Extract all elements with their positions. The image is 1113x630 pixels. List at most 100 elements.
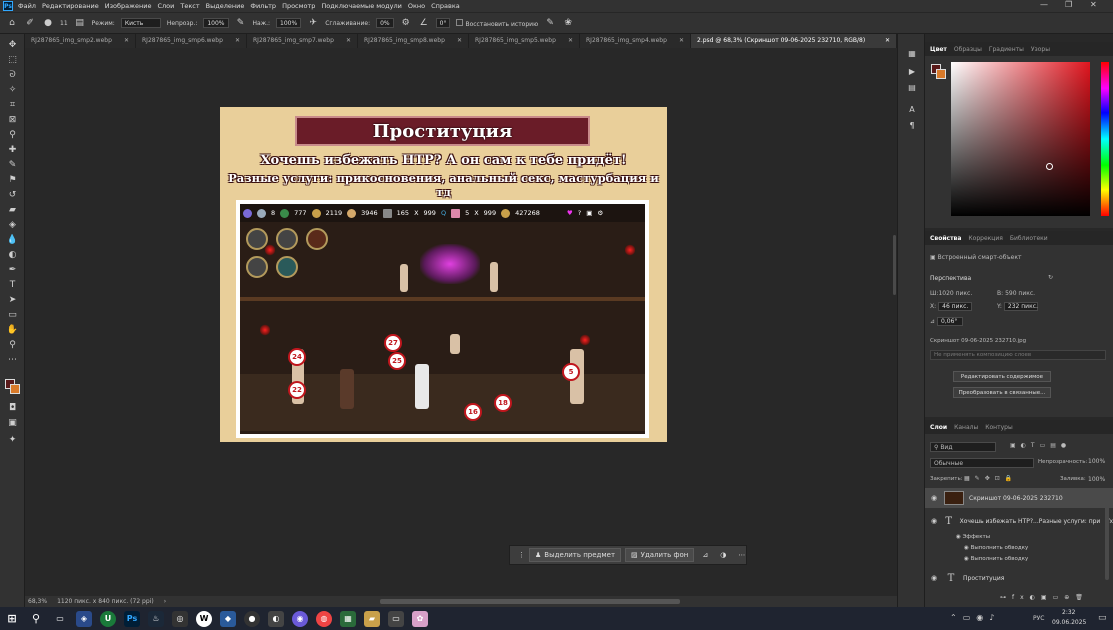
folder-icon[interactable]: ▰ bbox=[364, 610, 380, 627]
history-icon[interactable]: ▦ bbox=[906, 48, 918, 59]
menu-filter[interactable]: Фильтр bbox=[250, 2, 276, 10]
search-icon[interactable]: ⚲ bbox=[28, 611, 44, 627]
tab-close-icon[interactable]: ✕ bbox=[568, 37, 573, 45]
rectangle-tool-icon[interactable]: ▭ bbox=[6, 309, 19, 320]
tab-patterns[interactable]: Узоры bbox=[1031, 46, 1050, 53]
drag-handle-icon[interactable]: ⋮ bbox=[518, 551, 525, 559]
effects-row[interactable]: ◉ Эффекты bbox=[956, 534, 990, 540]
pressure-opacity-icon[interactable]: ✎ bbox=[235, 17, 247, 29]
tab-document[interactable]: RJ287865_img_smp8.webp ✕ bbox=[358, 34, 469, 48]
y-field[interactable]: 232 пикс. bbox=[1003, 302, 1038, 311]
play-icon[interactable]: ▶ bbox=[906, 66, 918, 77]
magic-wand-icon[interactable]: ✧ bbox=[6, 84, 19, 95]
menu-image[interactable]: Изображение bbox=[105, 2, 152, 10]
menu-type[interactable]: Текст bbox=[180, 2, 199, 10]
tab-close-icon[interactable]: ✕ bbox=[885, 37, 890, 45]
tab-document[interactable]: RJ287865_img_smp6.webp ✕ bbox=[136, 34, 247, 48]
butterfly-icon[interactable]: ❀ bbox=[562, 17, 574, 29]
horizontal-scrollbar[interactable] bbox=[380, 599, 680, 604]
restore-history-checkbox[interactable]: Восстановить историю bbox=[456, 18, 538, 28]
game-icon[interactable]: ✿ bbox=[412, 610, 428, 627]
zoom-level[interactable]: 68,3% bbox=[28, 598, 47, 605]
layer-row[interactable]: ◉ T Хочешь избежать НТР?...Разные услуги… bbox=[925, 511, 1113, 531]
remove-background-button[interactable]: ▨ Удалить фон bbox=[625, 548, 695, 562]
filter-icons[interactable]: ▣◐T▭▤● bbox=[1010, 442, 1071, 449]
close-icon[interactable]: ✕ bbox=[1090, 0, 1097, 9]
menu-plugins[interactable]: Подключаемые модули bbox=[321, 2, 401, 10]
checkbox-icon[interactable] bbox=[456, 18, 464, 26]
color-picker-field[interactable] bbox=[951, 62, 1090, 216]
menu-file[interactable]: Файл bbox=[18, 2, 36, 10]
store-icon[interactable]: ▦ bbox=[340, 610, 356, 627]
tab-document-active[interactable]: 2.psd @ 68,3% (Скриншот 09-06-2025 23271… bbox=[691, 34, 897, 48]
lasso-tool-icon[interactable]: ᘐ bbox=[6, 69, 19, 80]
clock-date[interactable]: 09.06.2025 bbox=[1052, 619, 1086, 626]
character-icon[interactable]: A bbox=[906, 104, 918, 115]
layer-row-selected[interactable]: ◉ Скриншот 09-06-2025 232710 bbox=[925, 488, 1113, 508]
windows-start-icon[interactable]: ⊞ bbox=[4, 611, 20, 627]
tab-document[interactable]: RJ287865_img_smp4.webp ✕ bbox=[580, 34, 691, 48]
task-view-icon[interactable]: ▭ bbox=[52, 611, 68, 627]
angle-field[interactable]: 0° bbox=[435, 18, 451, 28]
home-icon[interactable]: ⌂ bbox=[6, 17, 18, 29]
pen-tool-icon[interactable]: ✒ bbox=[6, 264, 19, 275]
smoothing-field[interactable]: 0% bbox=[376, 18, 394, 28]
edit-contents-button[interactable]: Редактировать содержимое bbox=[953, 371, 1051, 382]
shield-app-icon[interactable]: ◈ bbox=[76, 610, 92, 627]
tab-document[interactable]: RJ287865_img_smp7.webp ✕ bbox=[247, 34, 358, 48]
marquee-tool-icon[interactable]: ⬚ bbox=[6, 54, 19, 65]
restore-icon[interactable]: ❐ bbox=[1065, 0, 1072, 9]
color-picker-cursor[interactable] bbox=[1046, 163, 1053, 170]
adjust-icon[interactable]: ◑ bbox=[720, 551, 726, 559]
lock-icons[interactable]: ▦✎✥⊡🔒 bbox=[964, 475, 1017, 482]
screen-mode-icon[interactable]: ▣ bbox=[6, 417, 19, 428]
tab-document[interactable]: RJ287865_img_smp2.webp ✕ bbox=[25, 34, 136, 48]
gamepad-icon[interactable]: ◎ bbox=[172, 610, 188, 627]
effect-stroke-row[interactable]: ◉ Выполнить обводку bbox=[964, 556, 1028, 562]
notification-icon[interactable]: ▭ bbox=[1098, 613, 1107, 623]
crop-tool-icon[interactable]: ⌗ bbox=[6, 99, 19, 110]
paint-bucket-icon[interactable]: ◈ bbox=[6, 219, 19, 230]
obs-icon[interactable]: ● bbox=[244, 610, 260, 627]
tab-document[interactable]: RJ287865_img_smp5.webp ✕ bbox=[469, 34, 580, 48]
tab-close-icon[interactable]: ✕ bbox=[235, 37, 240, 45]
quick-mask-icon[interactable]: ◘ bbox=[6, 402, 19, 413]
window-icon[interactable]: ▭ bbox=[388, 610, 404, 627]
tab-close-icon[interactable]: ✕ bbox=[346, 37, 351, 45]
pressure-size-icon[interactable]: ✎ bbox=[544, 17, 556, 29]
blur-tool-icon[interactable]: 💧 bbox=[6, 234, 19, 245]
dodge-tool-icon[interactable]: ◐ bbox=[6, 249, 19, 260]
select-subject-button[interactable]: ♟ Выделить предмет bbox=[529, 548, 622, 562]
move-tool-icon[interactable]: ✥ bbox=[6, 39, 19, 50]
eye-icon[interactable]: ◉ bbox=[931, 517, 938, 525]
tab-layers[interactable]: Слои bbox=[930, 424, 947, 431]
status-arrow-icon[interactable]: › bbox=[164, 598, 166, 605]
stamp-tool-icon[interactable]: ⚑ bbox=[6, 174, 19, 185]
fill-value[interactable]: 100% bbox=[1088, 476, 1105, 483]
hue-slider[interactable] bbox=[1101, 62, 1109, 216]
tab-close-icon[interactable]: ✕ bbox=[457, 37, 462, 45]
flow-field[interactable]: 100% bbox=[276, 18, 302, 28]
zoom-tool-icon[interactable]: ⚲ bbox=[6, 339, 19, 350]
blend-mode-select[interactable]: Обычные bbox=[930, 458, 1034, 468]
layer-actions[interactable]: ⊶fx◐▣▭⊕🗑 bbox=[1000, 594, 1089, 601]
menu-window[interactable]: Окно bbox=[408, 2, 425, 10]
convert-linked-button[interactable]: Преобразовать в связанные... bbox=[953, 387, 1051, 398]
eraser-tool-icon[interactable]: ✐ bbox=[24, 17, 36, 29]
layer-comp-select[interactable]: Не применять композицию слоев bbox=[930, 350, 1106, 360]
brush-settings-icon[interactable]: ▤ bbox=[74, 17, 86, 29]
menu-help[interactable]: Справка bbox=[431, 2, 460, 10]
steam-icon[interactable]: ♨ bbox=[148, 610, 164, 627]
tray-icons[interactable]: ⌃▭◉♪ bbox=[950, 613, 1000, 622]
layer-filter-select[interactable]: ⚲ Вид bbox=[930, 442, 996, 452]
brush-preset-icon[interactable]: ● bbox=[42, 17, 54, 29]
mode-select[interactable]: Кисть bbox=[120, 18, 161, 28]
more-options-icon[interactable]: ⋯ bbox=[738, 551, 745, 559]
history-brush-icon[interactable]: ↺ bbox=[6, 189, 19, 200]
gear-icon[interactable]: ⚙ bbox=[400, 17, 412, 29]
airbrush-icon[interactable]: ✈ bbox=[307, 17, 319, 29]
wp-icon[interactable]: W bbox=[196, 610, 212, 627]
path-select-icon[interactable]: ➤ bbox=[6, 294, 19, 305]
paragraph-icon[interactable]: ¶ bbox=[906, 120, 918, 131]
frame-tool-icon[interactable]: ⊠ bbox=[6, 114, 19, 125]
